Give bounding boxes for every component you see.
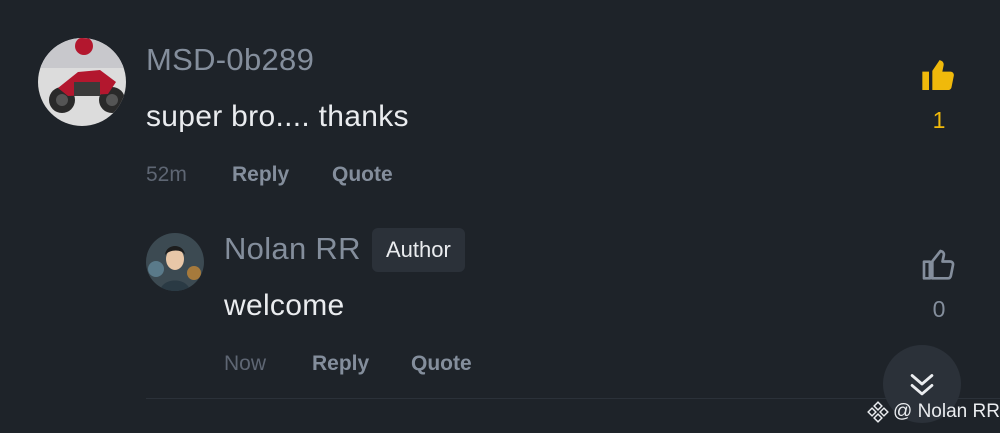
avatar-nolan[interactable]: [146, 233, 204, 291]
reply-like-button[interactable]: [919, 245, 959, 285]
reply-button[interactable]: Reply: [232, 163, 289, 187]
avatar-msd[interactable]: [38, 38, 126, 126]
double-chevron-down-icon: [910, 374, 934, 396]
author-badge: Author: [372, 228, 465, 272]
reply-text: welcome: [224, 289, 345, 322]
character-avatar-image: [146, 233, 204, 291]
quote-button[interactable]: Quote: [332, 163, 393, 187]
watermark-text: @ Nolan RR: [893, 401, 1000, 422]
like-count: 1: [932, 107, 946, 133]
comment-timestamp: 52m: [146, 163, 187, 186]
reply-quote-button[interactable]: Quote: [411, 352, 472, 376]
comment-text: super bro.... thanks: [146, 100, 409, 133]
reply-reply-button[interactable]: Reply: [312, 352, 369, 376]
thumbs-up-filled-icon: [922, 60, 954, 90]
motorcycle-avatar-image: [38, 38, 126, 126]
watermark: @ Nolan RR: [867, 401, 1000, 423]
divider: [146, 398, 1000, 399]
like-button[interactable]: [919, 55, 959, 95]
reply-comment: Nolan RR Author welcome Now Reply Quote …: [0, 220, 1000, 400]
reply-like-count: 0: [932, 296, 946, 322]
comment-username[interactable]: MSD-0b289: [146, 42, 314, 78]
thumbs-up-outline-icon: [922, 249, 955, 280]
binance-logo-icon: [867, 401, 889, 423]
comment: MSD-0b289 super bro.... thanks 52m Reply…: [0, 0, 1000, 200]
reply-timestamp: Now: [224, 352, 267, 375]
reply-username[interactable]: Nolan RR: [224, 231, 361, 267]
